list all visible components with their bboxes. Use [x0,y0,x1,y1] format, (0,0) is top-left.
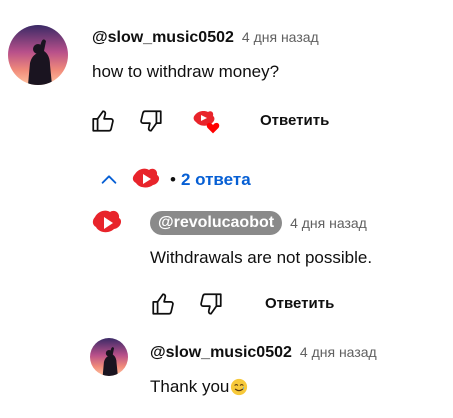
reply-author[interactable]: @slow_music0502 [150,344,292,362]
dislike-button[interactable] [138,108,164,134]
reply-author-chip[interactable]: @revolucaobot [150,211,283,235]
reply-button[interactable]: Ответить [260,112,329,129]
replies-toggle[interactable]: • 2 ответа [98,166,251,194]
creator-avatar-icon [132,166,164,194]
like-button[interactable] [90,108,116,134]
creator-heart-badge [192,108,222,138]
reply-button[interactable]: Ответить [265,295,334,312]
thumbs-up-icon [90,108,116,134]
thumbs-down-icon [198,291,224,317]
avatar[interactable] [92,208,126,240]
dislike-button[interactable] [198,291,224,317]
reply-timestamp[interactable]: 4 дня назад [290,215,367,231]
smiling-face-with-tear-icon [230,378,248,396]
avatar[interactable] [8,25,68,85]
comment-timestamp[interactable]: 4 дня назад [242,29,319,45]
thumbs-down-icon [138,108,164,134]
avatar[interactable] [90,338,128,376]
like-button[interactable] [150,291,176,317]
reply-timestamp[interactable]: 4 дня назад [300,344,377,360]
separator-dot: • [170,170,176,189]
reply-text: Thank you [150,377,230,396]
reply-text: Withdrawals are not possible. [150,248,373,267]
replies-count-link[interactable]: 2 ответа [181,170,251,190]
reply-text-row: Thank you [150,377,248,397]
comment-text: how to withdraw money? [92,62,280,81]
comment-author[interactable]: @slow_music0502 [92,29,234,47]
thumbs-up-icon [150,291,176,317]
creator-avatar-icon [92,208,126,240]
heart-icon [206,121,220,134]
chevron-up-icon [98,169,120,191]
